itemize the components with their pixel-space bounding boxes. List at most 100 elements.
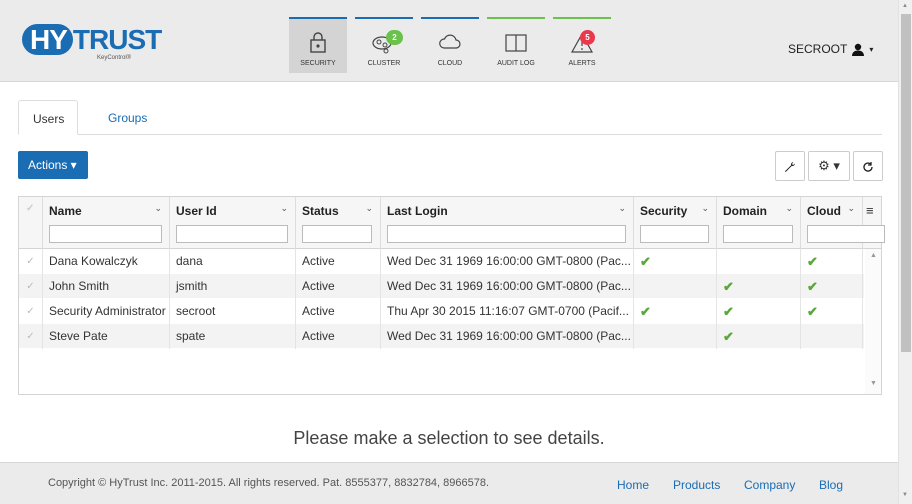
- nav-alerts[interactable]: ALERTS: [553, 17, 611, 73]
- column-user-id[interactable]: User Id ⌄: [170, 197, 296, 249]
- column-security[interactable]: Security ⌄: [634, 197, 717, 249]
- cell-last-login: Wed Dec 31 1969 16:00:00 GMT-0800 (Pac..…: [381, 249, 634, 274]
- user-menu[interactable]: SECROOT ▾: [788, 42, 873, 56]
- last-login-filter-input[interactable]: [387, 225, 626, 243]
- chevron-down-icon[interactable]: ⌄: [280, 203, 288, 214]
- chevron-down-icon[interactable]: ⌄: [847, 203, 855, 214]
- table-row[interactable]: ✓ Dana Kowalczyk dana Active Wed Dec 31 1969…: [19, 249, 864, 274]
- cell-cloud: ✔: [801, 274, 863, 299]
- cell-security: ✔: [634, 249, 717, 274]
- nav-bar: [289, 17, 347, 19]
- checkmark-icon: ✔: [807, 279, 818, 294]
- gear-button[interactable]: ⚙ ▾: [808, 151, 850, 181]
- cell-security: [634, 274, 717, 299]
- nav-audit-log[interactable]: AUDIT LOG: [487, 17, 545, 73]
- checkmark-icon: ✔: [723, 279, 734, 294]
- scroll-down-icon[interactable]: ▼: [902, 492, 908, 498]
- book-icon: [505, 34, 527, 52]
- checkmark-icon: ✔: [807, 254, 818, 269]
- table-row[interactable]: ✓ John Smith jsmith Active Wed Dec 31 1969 1…: [19, 274, 864, 299]
- column-name[interactable]: Name ⌄: [43, 197, 170, 249]
- scroll-down-icon[interactable]: ▼: [870, 380, 877, 387]
- lock-icon: [310, 32, 326, 53]
- cell-cloud: ✔: [801, 249, 863, 274]
- cell-status: Active: [296, 249, 381, 274]
- tab-bar: Users Groups: [18, 100, 882, 135]
- column-header: Domain: [723, 204, 768, 218]
- column-cloud[interactable]: Cloud ⌄: [801, 197, 885, 249]
- wrench-icon: [785, 161, 795, 172]
- cell-cloud: [801, 324, 863, 349]
- column-header: Cloud: [807, 204, 841, 218]
- chevron-down-icon[interactable]: ⌄: [154, 203, 162, 214]
- security-filter-input[interactable]: [640, 225, 709, 243]
- nav-label: SECURITY: [300, 60, 336, 67]
- users-grid: ✓ Name ⌄ User Id ⌄ Status ⌄ Last Login ⌄ Sec…: [18, 196, 885, 395]
- cell-domain: ✔: [717, 324, 801, 349]
- name-filter-input[interactable]: [49, 225, 162, 243]
- scroll-up-icon[interactable]: ▲: [870, 252, 877, 259]
- wrench-button[interactable]: [775, 151, 805, 181]
- footer-link-blog[interactable]: Blog: [819, 478, 843, 492]
- select-all-column[interactable]: ✓: [19, 197, 43, 249]
- footer-link-company[interactable]: Company: [744, 478, 795, 492]
- cell-user-id: dana: [170, 249, 296, 274]
- row-select-checkbox[interactable]: ✓: [19, 274, 43, 299]
- cell-name: Dana Kowalczyk: [43, 249, 170, 274]
- footer-link-products[interactable]: Products: [673, 478, 720, 492]
- scrollbar-thumb[interactable]: [901, 14, 911, 352]
- cluster-badge: 2: [386, 30, 403, 45]
- footer-link-home[interactable]: Home: [617, 478, 649, 492]
- column-header: User Id: [176, 204, 217, 218]
- table-row[interactable]: ✓ Steve Pate spate Active Wed Dec 31 1969 16…: [19, 324, 864, 349]
- nav-bar: [421, 17, 479, 19]
- user-id-filter-input[interactable]: [176, 225, 288, 243]
- grid-header: ✓ Name ⌄ User Id ⌄ Status ⌄ Last Login ⌄ Sec…: [19, 197, 885, 249]
- cell-user-id: spate: [170, 324, 296, 349]
- checkmark-icon: ✔: [807, 304, 818, 319]
- checkmark-icon: ✔: [640, 304, 651, 319]
- tab-users[interactable]: Users: [18, 100, 78, 135]
- logo-hy: HY: [22, 24, 73, 55]
- cell-user-id: jsmith: [170, 274, 296, 299]
- page-scrollbar[interactable]: ▲ ▼: [898, 0, 912, 504]
- grid-menu-icon[interactable]: ≡: [866, 203, 874, 218]
- cell-last-login: Thu Apr 30 2015 11:16:07 GMT-0700 (Pacif…: [381, 299, 634, 324]
- chevron-down-icon: ▾: [869, 44, 874, 54]
- chevron-down-icon[interactable]: ⌄: [701, 203, 709, 214]
- nav-bar: [553, 17, 611, 19]
- column-header: Last Login: [387, 204, 448, 218]
- select-all-checkmark-icon[interactable]: ✓: [26, 203, 34, 214]
- nav-cluster[interactable]: 2 CLUSTER: [355, 17, 413, 73]
- refresh-button[interactable]: [853, 151, 883, 181]
- row-select-checkbox[interactable]: ✓: [19, 299, 43, 324]
- column-last-login[interactable]: Last Login ⌄: [381, 197, 634, 249]
- column-domain[interactable]: Domain ⌄: [717, 197, 801, 249]
- nav-label: ALERTS: [568, 60, 596, 67]
- column-status[interactable]: Status ⌄: [296, 197, 381, 249]
- status-filter-input[interactable]: [302, 225, 372, 243]
- checkmark-icon: ✔: [640, 254, 651, 269]
- copyright-text: Copyright © HyTrust Inc. 2011-2015. All …: [48, 477, 490, 489]
- domain-filter-input[interactable]: [723, 225, 793, 243]
- actions-button[interactable]: Actions ▾: [18, 151, 88, 179]
- scroll-up-icon[interactable]: ▲: [902, 3, 908, 9]
- cell-name: John Smith: [43, 274, 170, 299]
- cell-cloud: ✔: [801, 299, 863, 324]
- nav-bar: [487, 17, 545, 19]
- nav-security[interactable]: SECURITY: [289, 17, 347, 73]
- nav-cloud[interactable]: CLOUD: [421, 17, 479, 73]
- cloud-filter-input[interactable]: [807, 225, 885, 243]
- app-header: HY TRUST KeyControl® SECURITY 2 CLUSTER C…: [0, 0, 898, 82]
- table-row[interactable]: ✓ Security Administrator secroot Active Thu …: [19, 299, 864, 324]
- chevron-down-icon[interactable]: ⌄: [785, 203, 793, 214]
- hytrust-logo[interactable]: HY TRUST KeyControl®: [22, 22, 162, 62]
- row-select-checkbox[interactable]: ✓: [19, 249, 43, 274]
- alerts-badge: 5: [580, 30, 595, 45]
- chevron-down-icon[interactable]: ⌄: [618, 203, 626, 214]
- row-select-checkbox[interactable]: ✓: [19, 324, 43, 349]
- tab-groups[interactable]: Groups: [94, 100, 161, 135]
- logo-subtitle: KeyControl®: [97, 55, 132, 61]
- chevron-down-icon[interactable]: ⌄: [365, 203, 373, 214]
- grid-scrollbar[interactable]: ▲ ▼: [865, 249, 881, 394]
